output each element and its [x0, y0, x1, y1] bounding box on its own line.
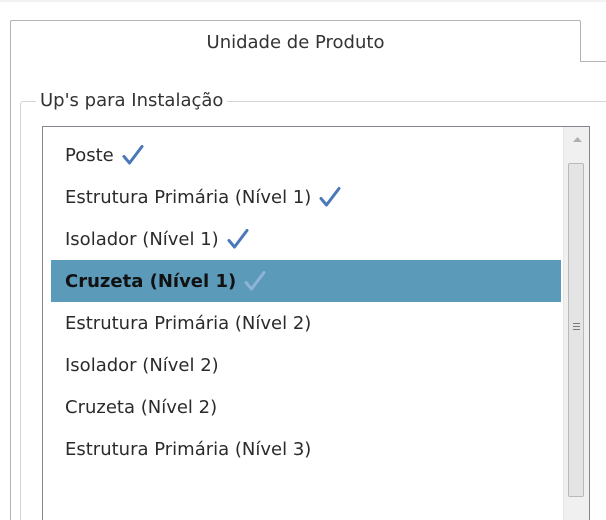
- checkmark-icon: [319, 186, 341, 208]
- scroll-grip-line: [573, 323, 580, 324]
- tab-unidade-de-produto[interactable]: Unidade de Produto: [10, 20, 581, 62]
- ups-listbox[interactable]: Poste Estrutura Primária (Nível 1) Isola…: [42, 126, 590, 520]
- checkmark-icon: [122, 144, 144, 166]
- list-item-label: Estrutura Primária (Nível 1): [65, 186, 312, 208]
- list-item[interactable]: Estrutura Primária (Nível 2): [51, 302, 561, 344]
- list-item[interactable]: Cruzeta (Nível 1): [51, 260, 561, 302]
- list-item-label: Estrutura Primária (Nível 2): [65, 312, 312, 334]
- list-item[interactable]: Estrutura Primária (Nível 1): [51, 176, 561, 218]
- scroll-thumb[interactable]: [568, 163, 584, 497]
- scroll-up-button[interactable]: [564, 127, 589, 157]
- list-item[interactable]: Poste: [51, 134, 561, 176]
- list-item[interactable]: Isolador (Nível 1): [51, 218, 561, 260]
- scroll-grip-line: [573, 329, 580, 330]
- group-box-legend: Up's para Instalação: [36, 90, 228, 111]
- scroll-grip-line: [573, 326, 580, 327]
- list-item-label: Isolador (Nível 2): [65, 354, 219, 376]
- list-item[interactable]: Isolador (Nível 2): [51, 344, 561, 386]
- tab-strip-line: [580, 61, 606, 62]
- list-item[interactable]: Estrutura Primária (Nível 3): [51, 428, 561, 470]
- list-item-label: Cruzeta (Nível 2): [65, 396, 218, 418]
- checkmark-icon: [244, 270, 266, 292]
- list-item-label: Poste: [65, 144, 114, 166]
- checkmark-icon: [227, 228, 249, 250]
- top-divider: [0, 0, 606, 2]
- vertical-scrollbar[interactable]: [563, 127, 589, 520]
- tab-title: Unidade de Produto: [206, 32, 385, 53]
- list-item-label: Estrutura Primária (Nível 3): [65, 438, 312, 460]
- list-item-label: Isolador (Nível 1): [65, 228, 219, 250]
- list-item-label: Cruzeta (Nível 1): [65, 270, 237, 292]
- chevron-up-icon: [572, 137, 582, 142]
- list-item[interactable]: Cruzeta (Nível 2): [51, 386, 561, 428]
- dialog-canvas: Unidade de Produto Up's para Instalação …: [0, 0, 606, 520]
- ups-list: Poste Estrutura Primária (Nível 1) Isola…: [51, 134, 561, 470]
